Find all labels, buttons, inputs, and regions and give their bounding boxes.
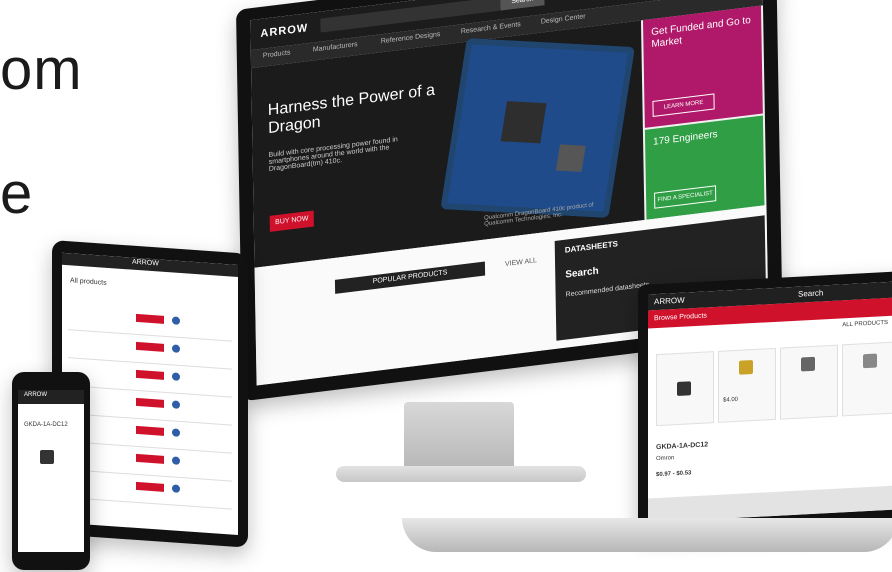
promo-funding-title: Get Funded and Go to Market xyxy=(651,14,751,51)
product-price-range: $0.97 - $0.53 xyxy=(656,470,692,479)
connector-icon xyxy=(739,360,753,375)
learn-more-button[interactable]: LEARN MORE xyxy=(652,93,715,117)
arrow-logo[interactable]: ARROW xyxy=(260,22,308,40)
info-icon[interactable] xyxy=(172,400,180,409)
add-to-cart-button[interactable] xyxy=(136,313,164,324)
phone-screen: ARROW GKDA-1A-DC12 xyxy=(18,390,84,552)
info-icon[interactable] xyxy=(172,344,180,353)
add-to-cart-button[interactable] xyxy=(136,425,164,436)
monitor-stand-base xyxy=(336,466,586,482)
dragonboard-image xyxy=(440,38,635,218)
product-card[interactable]: $4.00 xyxy=(718,347,776,423)
add-to-cart-button[interactable] xyxy=(136,369,164,380)
nav-item-products[interactable]: Products xyxy=(263,49,291,59)
info-icon[interactable] xyxy=(172,428,180,437)
tablet-header: ARROW xyxy=(62,252,238,278)
all-products-tab[interactable]: ALL PRODUCTS xyxy=(842,320,888,328)
product-card[interactable] xyxy=(656,351,714,427)
phone-header: ARROW xyxy=(18,390,84,404)
component-icon xyxy=(801,356,815,372)
hero-title: Harness the Power of a Dragon xyxy=(267,81,436,138)
popular-products-tab[interactable]: POPULAR PRODUCTS xyxy=(334,261,486,294)
promo-engineers-title: 179 Engineers xyxy=(653,129,718,148)
product-card[interactable] xyxy=(842,341,892,417)
product-brand: Omron xyxy=(656,455,675,463)
component-icon xyxy=(863,353,877,369)
tablet-page-title: All products xyxy=(70,277,107,287)
info-icon[interactable] xyxy=(172,372,180,381)
search-button[interactable]: Search xyxy=(500,0,545,11)
phone: ARROW GKDA-1A-DC12 xyxy=(12,372,90,570)
add-to-cart-button[interactable] xyxy=(136,397,164,408)
promo-funding[interactable]: Get Funded and Go to Market LEARN MORE xyxy=(642,5,763,128)
find-specialist-button[interactable]: FIND A SPECIALIST xyxy=(654,185,717,209)
laptop-search[interactable]: Search xyxy=(798,288,823,298)
relay-icon xyxy=(677,381,691,397)
relay-icon xyxy=(40,450,54,464)
tablet-arrow-logo[interactable]: ARROW xyxy=(132,259,159,268)
nav-item-manufacturers[interactable]: Manufacturers xyxy=(313,41,358,53)
nav-item-research-events[interactable]: Research & Events xyxy=(461,21,521,35)
info-icon[interactable] xyxy=(172,456,180,465)
laptop-screen: ARROW Search Browse Products ALL PRODUCT… xyxy=(648,281,892,523)
hero-description: Build with core processing power found i… xyxy=(268,136,398,173)
laptop: ARROW Search Browse Products ALL PRODUCT… xyxy=(638,270,892,534)
memory-chip-icon xyxy=(555,144,586,172)
phone-arrow-logo[interactable]: ARROW xyxy=(24,392,47,398)
product-part-number[interactable]: GKDA-1A-DC12 xyxy=(656,441,708,451)
hero-heading-line-2: e xyxy=(0,161,33,226)
phone-product-title[interactable]: GKDA-1A-DC12 xyxy=(24,422,68,428)
laptop-footer xyxy=(648,485,892,523)
hero-heading-line-1: om xyxy=(0,37,83,102)
info-icon[interactable] xyxy=(172,316,180,325)
add-to-cart-button[interactable] xyxy=(136,453,164,464)
info-icon[interactable] xyxy=(172,484,180,493)
promo-engineers[interactable]: 179 Engineers FIND A SPECIALIST xyxy=(644,115,765,220)
recommended-datasheets: Recommended datasheets xyxy=(565,281,650,299)
buy-now-button[interactable]: BUY NOW xyxy=(269,210,314,232)
view-all-link[interactable]: VIEW ALL xyxy=(505,257,537,268)
datasheets-title: DATASHEETS xyxy=(564,239,618,255)
datasheet-search[interactable]: Search xyxy=(565,266,599,281)
monitor-stand xyxy=(404,402,514,474)
processor-chip-icon xyxy=(500,101,547,144)
product-card[interactable] xyxy=(780,344,838,420)
nav-item-reference-designs[interactable]: Reference Designs xyxy=(381,31,441,45)
add-to-cart-button[interactable] xyxy=(136,341,164,352)
laptop-base xyxy=(402,518,892,552)
laptop-arrow-logo[interactable]: ARROW xyxy=(654,296,685,307)
product-price: $4.00 xyxy=(723,396,739,404)
nav-item-design-center[interactable]: Design Center xyxy=(541,13,586,25)
add-to-cart-button[interactable] xyxy=(136,481,164,492)
